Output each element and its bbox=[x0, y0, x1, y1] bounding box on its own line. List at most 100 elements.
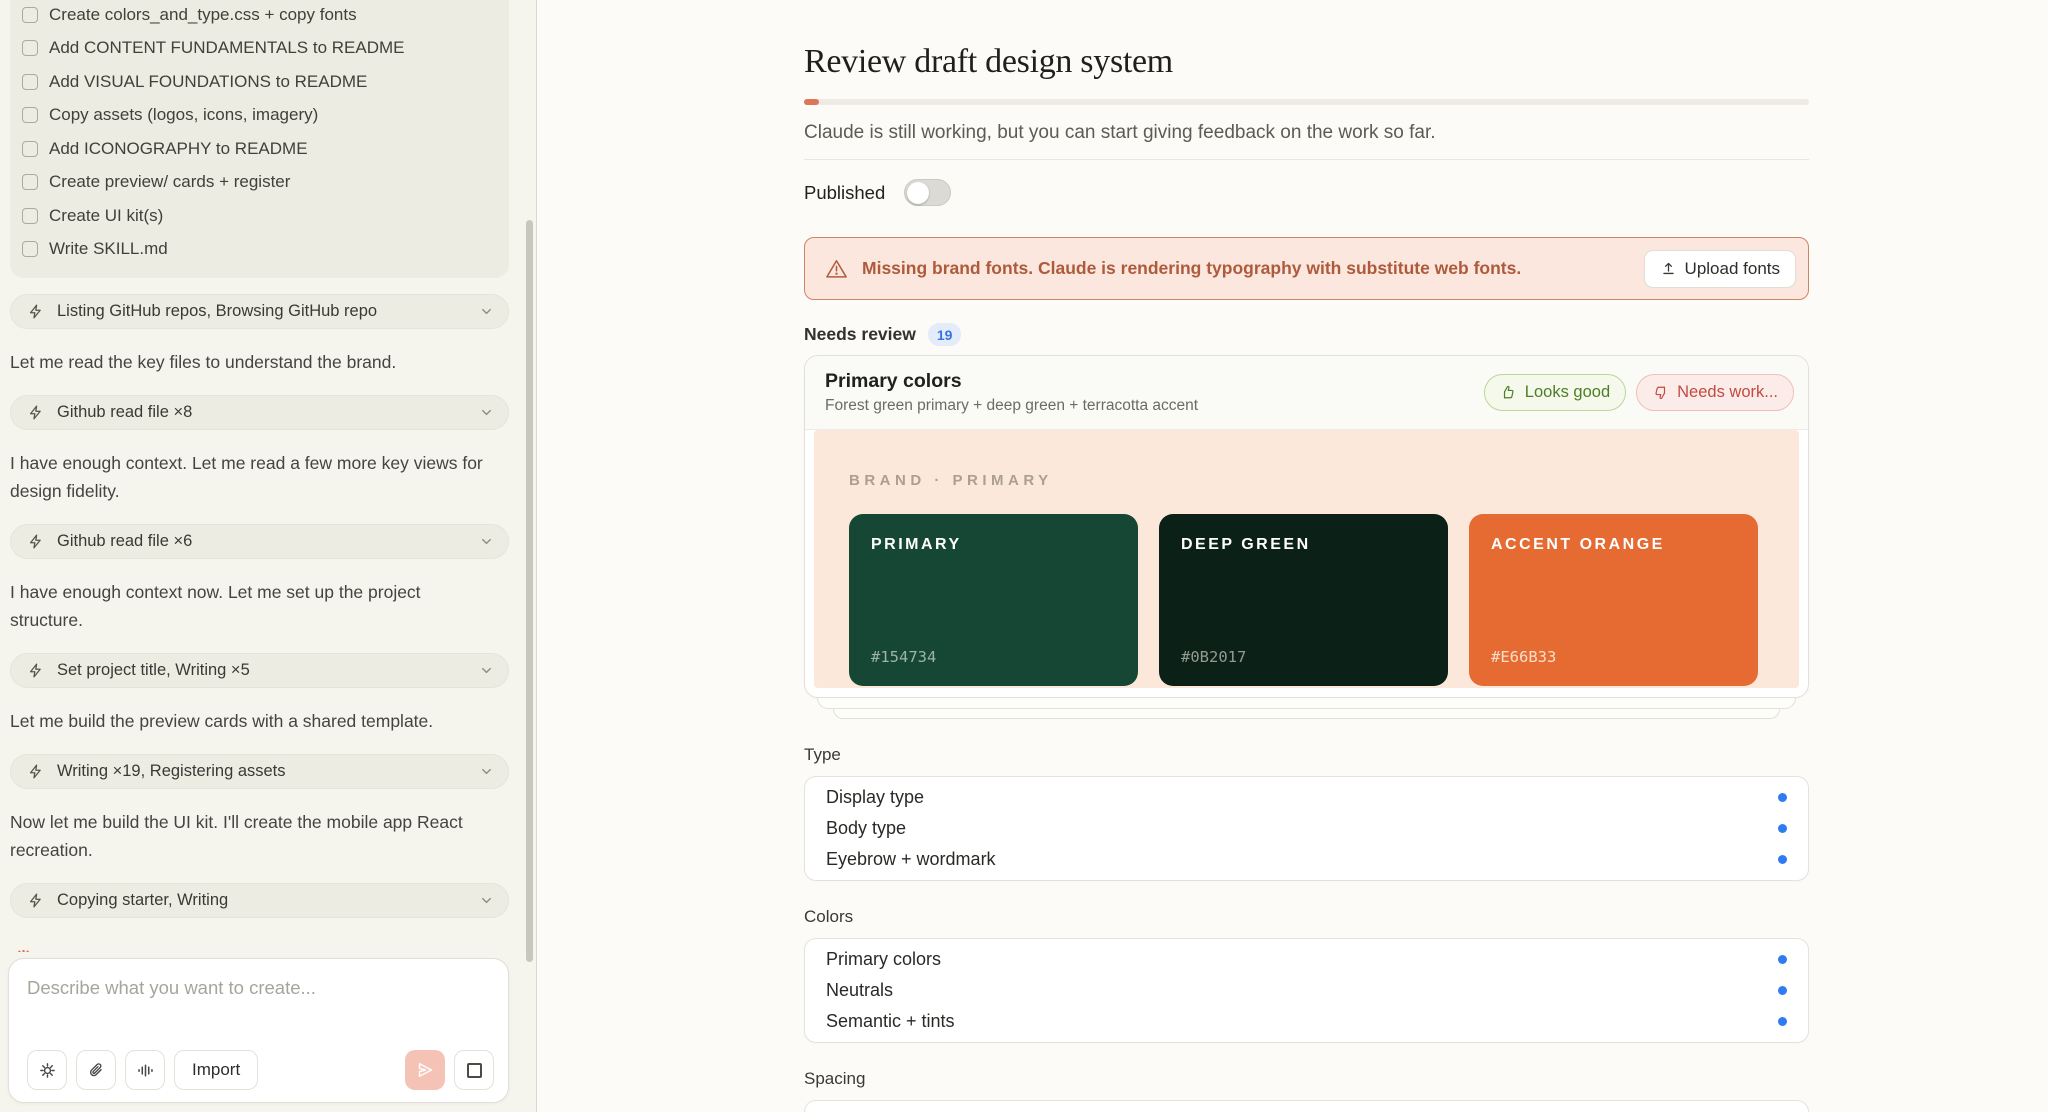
checklist-item-label: Copy assets (logos, icons, imagery) bbox=[49, 105, 318, 125]
checkbox-icon[interactable] bbox=[22, 107, 38, 123]
assistant-message: Now let me build the UI kit. I'll create… bbox=[10, 808, 509, 864]
swatch-hex: #E66B33 bbox=[1491, 648, 1556, 666]
settings-button[interactable] bbox=[27, 1050, 67, 1090]
checklist-item[interactable]: Write SKILL.md bbox=[22, 233, 497, 267]
color-swatch-primary: PRIMARY #154734 bbox=[849, 514, 1138, 686]
send-icon bbox=[415, 1060, 435, 1080]
unread-dot bbox=[1778, 855, 1787, 864]
composer-input[interactable]: Describe what you want to create... bbox=[27, 977, 494, 999]
voice-button[interactable] bbox=[125, 1050, 165, 1090]
chat-feed: Create colors_and_type.css + copy fonts … bbox=[0, 0, 536, 952]
unread-dot bbox=[1778, 1017, 1787, 1026]
tool-call-pill[interactable]: Github read file ×6 bbox=[10, 524, 509, 559]
unread-dot bbox=[1778, 793, 1787, 802]
published-toggle[interactable] bbox=[904, 179, 951, 206]
checkbox-icon[interactable] bbox=[22, 40, 38, 56]
tool-call-pill[interactable]: Writing ×19, Registering assets bbox=[10, 754, 509, 789]
looks-good-button[interactable]: Looks good bbox=[1484, 374, 1626, 411]
published-row: Published bbox=[804, 179, 1809, 206]
checklist-item[interactable]: Create preview/ cards + register bbox=[22, 166, 497, 200]
checklist-item[interactable]: Add ICONOGRAPHY to README bbox=[22, 132, 497, 166]
spacing-section-card bbox=[804, 1100, 1809, 1112]
checkbox-icon[interactable] bbox=[22, 241, 38, 257]
paperclip-icon bbox=[87, 1061, 106, 1080]
chat-sidebar: Create colors_and_type.css + copy fonts … bbox=[0, 0, 537, 1112]
tool-call-label: Set project title, Writing ×5 bbox=[57, 661, 479, 680]
swatch-name: PRIMARY bbox=[871, 536, 1116, 554]
review-item-row[interactable]: Primary colors bbox=[805, 944, 1808, 975]
waveform-icon bbox=[136, 1061, 155, 1080]
attach-button[interactable] bbox=[76, 1050, 116, 1090]
progress-bar bbox=[804, 99, 1809, 105]
chevron-down-icon bbox=[479, 893, 494, 908]
checklist-item-label: Add ICONOGRAPHY to README bbox=[49, 139, 308, 159]
tool-call-label: Github read file ×6 bbox=[57, 532, 479, 551]
tool-call-pill[interactable]: Copying starter, Writing bbox=[10, 883, 509, 918]
checklist-item-label: Add CONTENT FUNDAMENTALS to README bbox=[49, 38, 405, 58]
section-label-colors: Colors bbox=[804, 907, 1809, 927]
stop-button[interactable] bbox=[454, 1050, 494, 1090]
checklist-item-label: Create colors_and_type.css + copy fonts bbox=[49, 5, 357, 25]
composer-card: Describe what you want to create... Impo… bbox=[8, 958, 509, 1103]
assistant-message: I have enough context now. Let me set up… bbox=[10, 578, 509, 634]
checkbox-icon[interactable] bbox=[22, 174, 38, 190]
review-item-row[interactable]: Body type bbox=[805, 813, 1808, 844]
swatch-row: PRIMARY #154734 DEEP GREEN #0B2017 ACCEN… bbox=[849, 514, 1764, 686]
divider bbox=[804, 159, 1809, 160]
checkbox-icon[interactable] bbox=[22, 208, 38, 224]
upload-icon bbox=[1660, 260, 1677, 277]
review-card-title: Primary colors bbox=[825, 370, 1484, 393]
swatch-name: DEEP GREEN bbox=[1181, 536, 1426, 554]
checklist-item[interactable]: Add CONTENT FUNDAMENTALS to README bbox=[22, 32, 497, 66]
checkbox-icon[interactable] bbox=[22, 141, 38, 157]
type-section-card: Display type Body type Eyebrow + wordmar… bbox=[804, 776, 1809, 881]
chevron-down-icon bbox=[479, 405, 494, 420]
review-card-header: Primary colors Forest green primary + de… bbox=[805, 356, 1808, 430]
tool-call-pill[interactable]: Set project title, Writing ×5 bbox=[10, 653, 509, 688]
checklist-item[interactable]: Copy assets (logos, icons, imagery) bbox=[22, 99, 497, 133]
sidebar-scrollbar[interactable] bbox=[526, 220, 533, 962]
chevron-down-icon bbox=[479, 304, 494, 319]
warning-icon bbox=[825, 258, 848, 279]
checkbox-icon[interactable] bbox=[22, 7, 38, 23]
swatch-name: ACCENT ORANGE bbox=[1491, 536, 1736, 554]
checklist-item-label: Add VISUAL FOUNDATIONS to README bbox=[49, 72, 367, 92]
review-item-row[interactable]: Eyebrow + wordmark bbox=[805, 844, 1808, 875]
claude-starburst-icon bbox=[12, 950, 35, 952]
zap-icon bbox=[27, 662, 44, 679]
page-title: Review draft design system bbox=[804, 42, 1809, 82]
zap-icon bbox=[27, 533, 44, 550]
upload-fonts-button[interactable]: Upload fonts bbox=[1644, 250, 1796, 288]
review-card-titles: Primary colors Forest green primary + de… bbox=[825, 370, 1484, 415]
unread-dot bbox=[1778, 824, 1787, 833]
import-button[interactable]: Import bbox=[174, 1050, 258, 1090]
tool-call-pill[interactable]: Github read file ×8 bbox=[10, 395, 509, 430]
main-content: Review draft design system Claude is sti… bbox=[804, 0, 1809, 1112]
color-swatch-accent-orange: ACCENT ORANGE #E66B33 bbox=[1469, 514, 1758, 686]
checkbox-icon[interactable] bbox=[22, 74, 38, 90]
send-button[interactable] bbox=[405, 1050, 445, 1090]
checklist-item[interactable]: Add VISUAL FOUNDATIONS to README bbox=[22, 65, 497, 99]
assistant-message: I have enough context. Let me read a few… bbox=[10, 449, 509, 505]
tool-call-pill[interactable]: Listing GitHub repos, Browsing GitHub re… bbox=[10, 294, 509, 329]
review-item-row[interactable]: Semantic + tints bbox=[805, 1006, 1808, 1037]
gear-icon bbox=[38, 1061, 57, 1080]
thumbs-up-icon bbox=[1500, 384, 1517, 401]
review-card-actions: Looks good Needs work... bbox=[1484, 374, 1794, 411]
checklist-item-label: Create UI kit(s) bbox=[49, 206, 163, 226]
page-description: Claude is still working, but you can sta… bbox=[804, 122, 1809, 144]
zap-icon bbox=[27, 404, 44, 421]
checklist-item[interactable]: Create UI kit(s) bbox=[22, 199, 497, 233]
needs-work-button[interactable]: Needs work... bbox=[1636, 374, 1794, 411]
tool-call-label: Listing GitHub repos, Browsing GitHub re… bbox=[57, 302, 479, 321]
zap-icon bbox=[27, 303, 44, 320]
review-item-row[interactable]: Neutrals bbox=[805, 975, 1808, 1006]
color-swatch-deep-green: DEEP GREEN #0B2017 bbox=[1159, 514, 1448, 686]
banner-text: Missing brand fonts. Claude is rendering… bbox=[862, 258, 1630, 279]
tool-call-label: Copying starter, Writing bbox=[57, 891, 479, 910]
tool-call-label: Github read file ×8 bbox=[57, 403, 479, 422]
task-checklist-card: Create colors_and_type.css + copy fonts … bbox=[10, 0, 509, 278]
stop-icon bbox=[467, 1063, 482, 1078]
checklist-item[interactable]: Create colors_and_type.css + copy fonts bbox=[22, 0, 497, 32]
review-item-row[interactable]: Display type bbox=[805, 782, 1808, 813]
